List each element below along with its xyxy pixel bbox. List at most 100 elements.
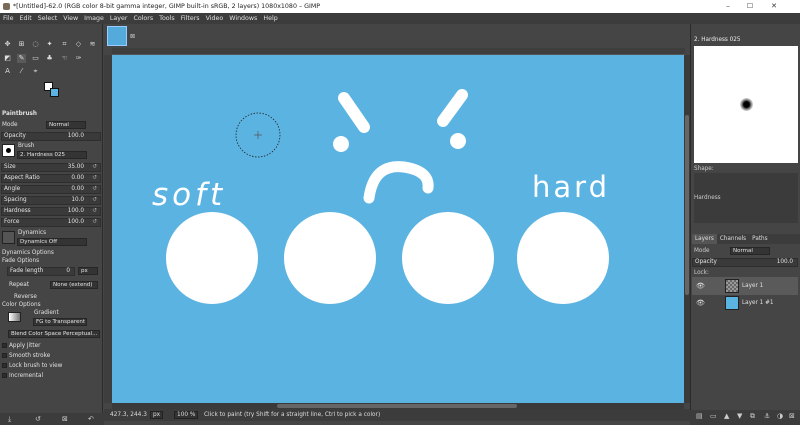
anchor-layer-icon[interactable]: ⚓	[764, 412, 770, 420]
save-options-icon[interactable]: ⤓	[8, 415, 11, 424]
menu-tools[interactable]: Tools	[159, 15, 175, 22]
fill-tool-icon[interactable]: ◩	[3, 54, 12, 63]
warp-tool-icon[interactable]: ≋	[88, 40, 97, 49]
zoom-select[interactable]: 100 %	[174, 411, 199, 419]
dynamics-icon[interactable]	[2, 231, 15, 244]
reset-icon[interactable]: ↺	[92, 197, 97, 204]
dynamics-options-expander[interactable]: Dynamics Options	[2, 250, 54, 256]
menu-layer[interactable]: Layer	[110, 15, 128, 22]
vertical-scroll-thumb[interactable]	[685, 115, 689, 295]
menu-view[interactable]: View	[63, 15, 78, 22]
brush-preview-icon[interactable]	[2, 144, 15, 157]
menu-help[interactable]: Help	[263, 15, 277, 22]
reset-icon[interactable]: ↺	[92, 219, 97, 226]
layer-row[interactable]: 👁 Layer 1	[692, 277, 798, 295]
dynamics-label: Dynamics	[18, 230, 47, 236]
lasso-tool-icon[interactable]: ◌	[31, 40, 40, 49]
move-tool-icon[interactable]: ✥	[3, 40, 12, 49]
color-picker-icon[interactable]: ⁄	[17, 67, 26, 76]
restore-options-icon[interactable]: ↺	[35, 415, 41, 423]
reset-icon[interactable]: ↺	[92, 186, 97, 193]
menu-colors[interactable]: Colors	[133, 15, 153, 22]
lock-brush-checkbox[interactable]: Lock brush to view	[2, 363, 62, 369]
right-eye	[450, 133, 466, 149]
delete-layer-icon[interactable]: ⊠	[789, 412, 795, 420]
vertical-ruler	[104, 55, 112, 403]
hardness-value: 100.0	[67, 208, 84, 214]
close-button[interactable]: ✕	[764, 0, 784, 13]
size-slider[interactable]: Size 35.00 ↺	[1, 163, 101, 172]
mask-layer-icon[interactable]: ◑	[777, 412, 783, 420]
force-slider[interactable]: Force 100.0 ↺	[1, 218, 101, 227]
raise-layer-icon[interactable]: ▲	[724, 412, 729, 420]
paintbrush-tool-icon[interactable]: ✎	[17, 54, 26, 63]
fuzzy-select-icon[interactable]: ✦	[45, 40, 54, 49]
image-tab-thumbnail[interactable]	[107, 26, 127, 46]
tab-channels[interactable]: Channels	[717, 234, 749, 244]
eraser-tool-icon[interactable]: ▭	[31, 54, 40, 63]
crop-tool-icon[interactable]: ⌗	[60, 40, 69, 49]
minimize-button[interactable]: –	[718, 0, 738, 13]
smudge-tool-icon[interactable]: ☜	[60, 54, 69, 63]
align-tool-icon[interactable]: ⊞	[17, 40, 26, 49]
mode-select[interactable]: Normal	[46, 121, 86, 129]
text-tool-icon[interactable]: A	[3, 67, 12, 76]
fade-length-slider[interactable]: Fade length 0	[7, 267, 75, 276]
visibility-eye-icon[interactable]: 👁	[696, 294, 705, 312]
incremental-checkbox[interactable]: Incremental	[2, 373, 43, 379]
layer-thumbnail	[725, 279, 739, 293]
reverse-checkbox[interactable]: Reverse	[14, 294, 37, 300]
mode-label: Mode	[2, 122, 18, 128]
unit-select[interactable]: px	[150, 411, 164, 419]
horizontal-scroll-thumb[interactable]	[277, 404, 517, 408]
menu-video[interactable]: Video	[206, 15, 224, 22]
image-canvas[interactable]: soft hard	[112, 55, 684, 403]
menu-image[interactable]: Image	[84, 15, 104, 22]
tab-layers[interactable]: Layers	[692, 234, 717, 244]
new-group-icon[interactable]: ▭	[710, 412, 717, 420]
gradient-preview-icon[interactable]	[8, 312, 21, 322]
measure-tool-icon[interactable]: ⌖	[31, 67, 40, 76]
soft-brush-circle-1	[166, 212, 258, 304]
fade-unit-select[interactable]: px	[78, 267, 98, 275]
toolbox-bottom-bar: ⤓ ↺ ⊠ ↶	[0, 413, 104, 425]
clone-tool-icon[interactable]: ♣	[45, 54, 54, 63]
gradient-select[interactable]: FG to Transparent	[33, 318, 87, 326]
reset-options-icon[interactable]: ↶	[88, 415, 94, 423]
blend-colorspace-select[interactable]: Blend Color Space Perceptual...	[8, 330, 100, 338]
menu-windows[interactable]: Windows	[229, 15, 257, 22]
menu-file[interactable]: File	[3, 15, 14, 22]
maximize-button[interactable]: ☐	[740, 0, 760, 13]
lock-label: Lock:	[694, 270, 709, 276]
apply-jitter-checkbox[interactable]: Apply Jitter	[2, 343, 40, 349]
reset-icon[interactable]: ↺	[92, 164, 97, 171]
menu-edit[interactable]: Edit	[20, 15, 32, 22]
opacity-slider[interactable]: Opacity 100.0	[1, 132, 101, 141]
dynamics-select[interactable]: Dynamics Off	[17, 238, 87, 246]
layer-opacity-slider[interactable]: Opacity 100.0	[692, 258, 798, 267]
layer-mode-select[interactable]: Normal	[730, 247, 770, 255]
smooth-stroke-checkbox[interactable]: Smooth stroke	[2, 353, 50, 359]
brush-select[interactable]: 2. Hardness 025	[17, 151, 87, 159]
visibility-eye-icon[interactable]: 👁	[696, 277, 705, 295]
delete-options-icon[interactable]: ⊠	[62, 415, 68, 423]
size-value: 35.00	[67, 164, 84, 170]
menu-select[interactable]: Select	[38, 15, 57, 22]
aspect-slider[interactable]: Aspect Ratio 0.00 ↺	[1, 174, 101, 183]
layer-row[interactable]: 👁 Layer 1 #1	[692, 294, 798, 312]
lower-layer-icon[interactable]: ▼	[737, 412, 742, 420]
transform-tool-icon[interactable]: ◇	[74, 40, 83, 49]
menu-filters[interactable]: Filters	[181, 15, 200, 22]
background-color-swatch[interactable]	[50, 88, 59, 97]
path-tool-icon[interactable]: ✑	[74, 54, 83, 63]
repeat-select[interactable]: None (extend)	[50, 281, 98, 289]
duplicate-layer-icon[interactable]: ⧉	[750, 412, 755, 421]
reset-icon[interactable]: ↺	[92, 208, 97, 215]
tab-paths[interactable]: Paths	[749, 234, 770, 244]
new-layer-icon[interactable]: ▤	[696, 412, 703, 420]
close-tab-icon[interactable]: ⊠	[130, 33, 135, 40]
angle-slider[interactable]: Angle 0.00 ↺	[1, 185, 101, 194]
hardness-slider[interactable]: Hardness 100.0 ↺	[1, 207, 101, 216]
spacing-slider[interactable]: Spacing 10.0 ↺	[1, 196, 101, 205]
reset-icon[interactable]: ↺	[92, 175, 97, 182]
